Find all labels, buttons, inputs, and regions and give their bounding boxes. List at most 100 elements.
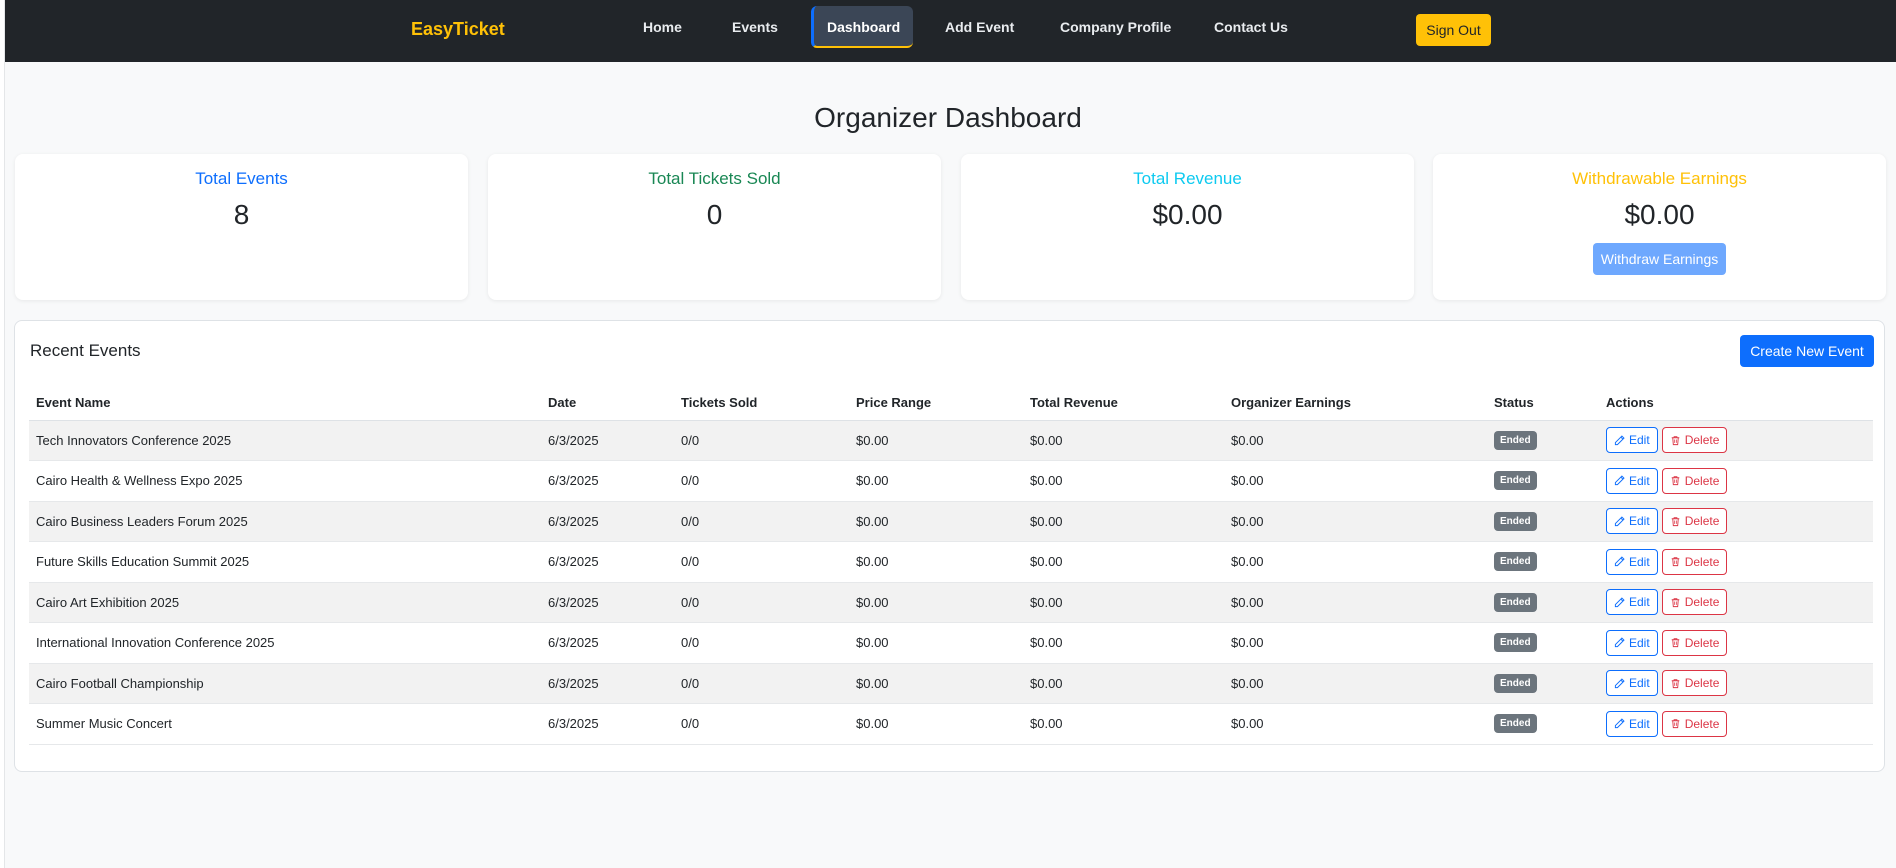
sign-out-button[interactable]: Sign Out xyxy=(1416,14,1491,46)
actions-cell: Edit Delete xyxy=(1599,703,1873,745)
delete-button[interactable]: Delete xyxy=(1661,629,1728,656)
stat-title: Total Revenue xyxy=(1133,169,1242,188)
price-range-cell: $0.00 xyxy=(849,541,1023,583)
edit-button[interactable]: Edit xyxy=(1606,427,1658,454)
event-date-cell: 6/3/2025 xyxy=(541,420,674,461)
price-range-cell: $0.00 xyxy=(849,663,1023,704)
edit-button[interactable]: Edit xyxy=(1606,508,1658,535)
edit-label: Edit xyxy=(1629,554,1650,569)
delete-button[interactable]: Delete xyxy=(1661,670,1728,697)
organizer-earnings-cell: $0.00 xyxy=(1224,622,1487,664)
trash-icon xyxy=(1671,557,1679,567)
price-range-cell: $0.00 xyxy=(849,420,1023,461)
price-range-cell: $0.00 xyxy=(849,622,1023,664)
organizer-earnings-cell: $0.00 xyxy=(1224,501,1487,542)
status-cell: Ended xyxy=(1487,541,1599,583)
status-badge: Ended xyxy=(1494,552,1537,572)
actions-cell: Edit Delete xyxy=(1599,622,1873,664)
nav-link-events[interactable]: Events xyxy=(719,6,791,48)
edit-label: Edit xyxy=(1629,514,1650,529)
nav-link-company-profile[interactable]: Company Profile xyxy=(1047,6,1184,48)
nav-link-home[interactable]: Home xyxy=(630,6,695,48)
event-date-cell: 6/3/2025 xyxy=(541,501,674,542)
status-cell: Ended xyxy=(1487,582,1599,623)
table-row: Summer Music Concert 6/3/2025 0/0 $0.00 $0.0… xyxy=(29,703,1873,745)
event-name-cell: Cairo Art Exhibition 2025 xyxy=(29,582,541,623)
withdraw-earnings-button[interactable]: Withdraw Earnings xyxy=(1593,243,1726,275)
pencil-icon xyxy=(1614,435,1625,445)
table-row: Cairo Business Leaders Forum 2025 6/3/202… xyxy=(29,501,1873,542)
brand-logo[interactable]: EasyTicket xyxy=(411,19,505,40)
edit-label: Edit xyxy=(1629,433,1650,448)
status-cell: Ended xyxy=(1487,460,1599,502)
edit-button[interactable]: Edit xyxy=(1606,670,1658,697)
delete-label: Delete xyxy=(1684,676,1720,691)
navbar: EasyTicket Home Events Dashboard Add Eve… xyxy=(5,0,1896,62)
edit-label: Edit xyxy=(1629,716,1650,731)
edit-button[interactable]: Edit xyxy=(1606,589,1658,616)
delete-label: Delete xyxy=(1684,635,1720,650)
organizer-earnings-cell: $0.00 xyxy=(1224,460,1487,502)
pencil-icon xyxy=(1614,718,1625,729)
nav-link-contact-us[interactable]: Contact Us xyxy=(1201,6,1301,48)
actions-cell: Edit Delete xyxy=(1599,582,1873,623)
edit-button[interactable]: Edit xyxy=(1606,467,1658,494)
tickets-sold-cell: 0/0 xyxy=(674,703,849,745)
price-range-cell: $0.00 xyxy=(849,460,1023,502)
organizer-earnings-cell: $0.00 xyxy=(1224,582,1487,623)
actions-cell: Edit Delete xyxy=(1599,460,1873,502)
event-name-cell: Summer Music Concert xyxy=(29,703,541,745)
total-revenue-cell: $0.00 xyxy=(1023,622,1224,664)
table-row: Cairo Art Exhibition 2025 6/3/2025 0/0 $0.0… xyxy=(29,582,1873,623)
tickets-sold-cell: 0/0 xyxy=(674,420,849,461)
delete-label: Delete xyxy=(1684,473,1720,488)
column-header: Organizer Earnings xyxy=(1224,386,1487,421)
total-revenue-cell: $0.00 xyxy=(1023,420,1224,461)
price-range-cell: $0.00 xyxy=(849,582,1023,623)
delete-label: Delete xyxy=(1684,433,1720,448)
edit-button[interactable]: Edit xyxy=(1606,629,1658,656)
event-name-cell: International Innovation Conference 2025 xyxy=(29,622,541,664)
trash-icon xyxy=(1671,719,1679,729)
pencil-icon xyxy=(1614,597,1625,607)
total-revenue-cell: $0.00 xyxy=(1023,541,1224,583)
delete-button[interactable]: Delete xyxy=(1661,427,1728,454)
delete-button[interactable]: Delete xyxy=(1661,508,1728,535)
total-revenue-cell: $0.00 xyxy=(1023,663,1224,704)
organizer-earnings-cell: $0.00 xyxy=(1224,663,1487,704)
event-date-cell: 6/3/2025 xyxy=(541,582,674,623)
trash-icon xyxy=(1671,436,1679,445)
event-name-cell: Future Skills Education Summit 2025 xyxy=(29,541,541,583)
nav-link-dashboard[interactable]: Dashboard xyxy=(811,6,914,48)
organizer-earnings-cell: $0.00 xyxy=(1224,541,1487,583)
status-badge: Ended xyxy=(1494,592,1537,612)
stat-title: Total Events xyxy=(195,169,288,188)
delete-button[interactable]: Delete xyxy=(1661,589,1728,616)
trash-icon xyxy=(1671,679,1679,688)
delete-label: Delete xyxy=(1684,554,1720,569)
actions-cell: Edit Delete xyxy=(1599,501,1873,542)
status-cell: Ended xyxy=(1487,703,1599,745)
nav-link-add-event[interactable]: Add Event xyxy=(932,6,1027,48)
edit-button[interactable]: Edit xyxy=(1606,548,1658,575)
edit-button[interactable]: Edit xyxy=(1606,710,1658,737)
create-new-event-button[interactable]: Create New Event xyxy=(1740,335,1874,367)
total-revenue-cell: $0.00 xyxy=(1023,501,1224,542)
total-revenue-cell: $0.00 xyxy=(1023,582,1224,623)
delete-button[interactable]: Delete xyxy=(1661,548,1728,575)
delete-button[interactable]: Delete xyxy=(1661,710,1728,737)
tickets-sold-cell: 0/0 xyxy=(674,541,849,583)
delete-label: Delete xyxy=(1684,514,1720,529)
column-header: Tickets Sold xyxy=(674,386,849,421)
recent-events-heading: Recent Events xyxy=(30,341,141,360)
status-badge: Ended xyxy=(1494,714,1537,734)
delete-button[interactable]: Delete xyxy=(1661,467,1728,494)
total-revenue-cell: $0.00 xyxy=(1023,703,1224,745)
organizer-earnings-cell: $0.00 xyxy=(1224,420,1487,461)
event-date-cell: 6/3/2025 xyxy=(541,541,674,583)
event-name-cell: Cairo Football Championship xyxy=(29,663,541,704)
column-header: Actions xyxy=(1599,386,1873,421)
table-row: Future Skills Education Summit 2025 6/3/2… xyxy=(29,541,1873,583)
stat-card-total-tickets-sold: Total Tickets Sold 0 xyxy=(488,154,941,300)
stat-value: $0.00 xyxy=(1152,199,1223,230)
